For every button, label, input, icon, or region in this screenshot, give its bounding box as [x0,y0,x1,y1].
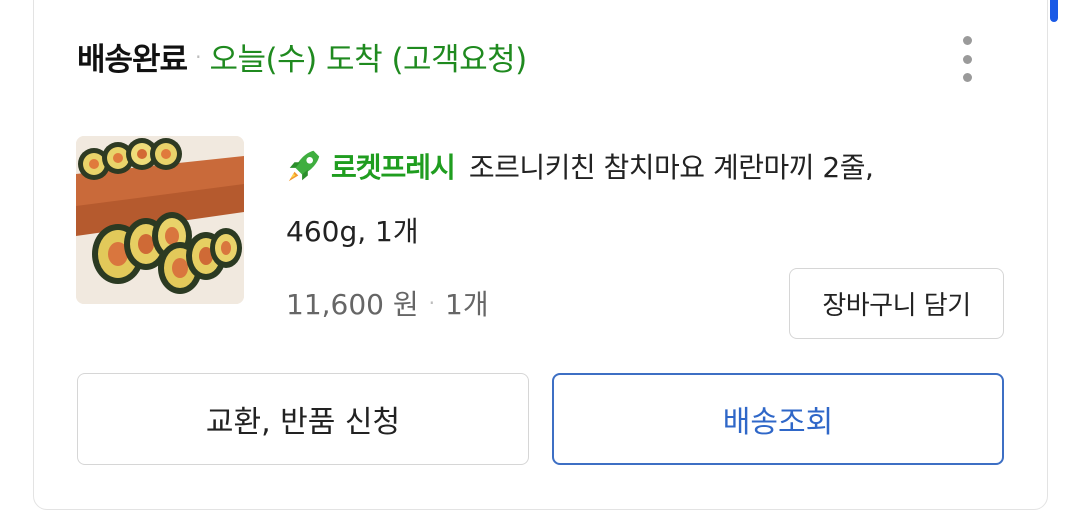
price-separator: · [428,291,435,315]
delivery-status: 배송완료 [77,42,188,78]
rocket-icon [288,150,320,182]
product-quantity: 1개 [445,288,489,321]
kimbap-image [76,136,244,304]
product-name-continued[interactable]: 460g, 1개 [286,210,419,250]
add-to-cart-button[interactable]: 장바구니 담기 [789,268,1004,339]
product-title-line[interactable]: 로켓프레시 조르니키친 참치마요 계란마끼 2줄, [285,146,874,186]
price-row: 11,600 원 · 1개 [286,283,489,323]
more-dot [962,73,972,82]
more-dot [962,54,972,64]
return-exchange-button[interactable]: 교환, 반품 신청 [77,373,529,465]
more-vertical-icon[interactable] [952,36,982,82]
status-separator: · [195,45,202,69]
track-delivery-button[interactable]: 배송조회 [552,373,1004,465]
arrival-info: 오늘(수) 도착 (고객요청) [209,42,527,78]
product-name: 조르니키친 참치마요 계란마끼 2줄, [468,151,874,184]
more-dot [962,36,972,45]
scroll-indicator [1050,0,1058,22]
product-price: 11,600 원 [286,288,419,321]
product-thumbnail[interactable] [76,136,244,304]
delivery-status-header: 배송완료 · 오늘(수) 도착 (고객요청) [77,34,527,79]
rocket-fresh-badge: 로켓프레시 [331,151,456,184]
